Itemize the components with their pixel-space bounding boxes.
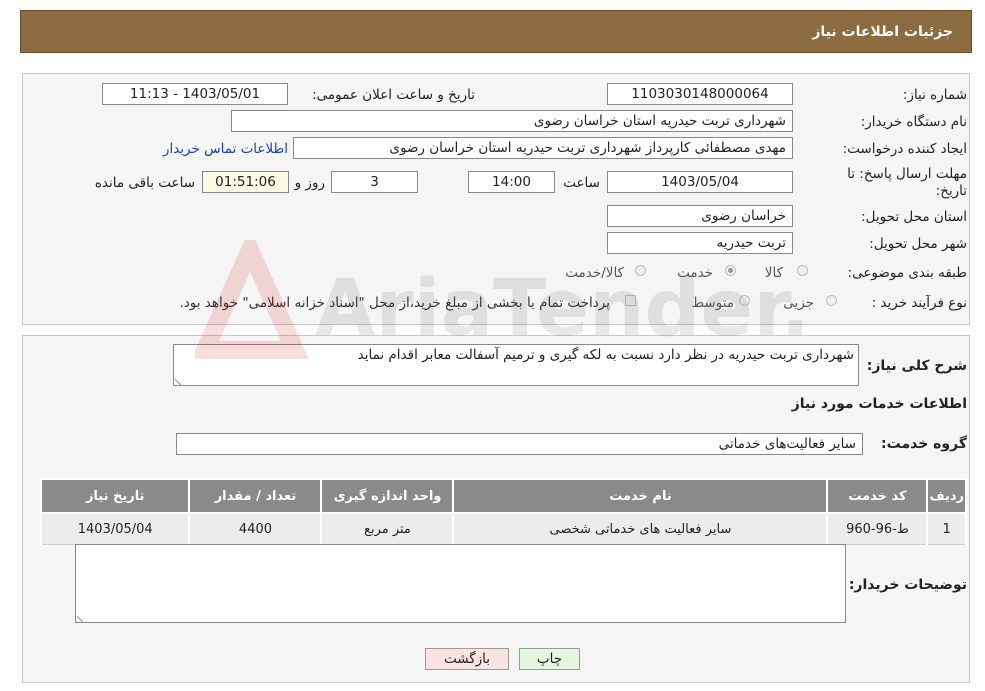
services-table: ردیف کد خدمت نام خدمت واحد اندازه گیری ت… <box>39 478 967 545</box>
cell-unit: متر مربع <box>320 512 455 545</box>
cell-quantity: 4400 <box>188 512 323 545</box>
remaining-time-field: 01:51:06 <box>202 171 289 193</box>
print-button[interactable]: چاپ <box>519 648 580 670</box>
buyer-notes-label: توضیحات خریدار: <box>848 577 967 593</box>
deadline-label: مهلت ارسال پاسخ: تا تاریخ: <box>847 166 967 199</box>
description-text: شهرداری تربت حیدریه در نظر دارد نسبت به … <box>357 347 854 363</box>
deadline-date-field: 1403/05/04 <box>607 171 793 193</box>
deadline-time-field: 14:00 <box>468 171 555 193</box>
process-type-label: نوع فرآیند خرید : <box>871 295 967 311</box>
buyer-org-field: شهرداری تربت حیدریه استان خراسان رضوی <box>231 110 793 132</box>
page-title: جزئیات اطلاعات نیاز <box>812 24 953 40</box>
treasury-payment-checkbox[interactable] <box>625 295 636 306</box>
col-need-date: تاریخ نیاز <box>39 478 191 514</box>
cell-service-name: سایر فعالیت های خدماتی شخصی <box>452 512 829 545</box>
announce-date-label: تاریخ و ساعت اعلان عمومی: <box>312 87 475 103</box>
description-field: شهرداری تربت حیدریه در نظر دارد نسبت به … <box>173 344 859 386</box>
need-number-label: شماره نیاز: <box>902 87 967 103</box>
col-unit: واحد اندازه گیری <box>320 478 455 514</box>
description-label: شرح کلی نیاز: <box>866 358 967 374</box>
need-number-field: 1103030148000064 <box>607 83 793 105</box>
province-label: استان محل تحویل: <box>861 209 967 225</box>
city-field: تربت حیدریه <box>607 232 793 254</box>
cell-service-code: ط-96-960 <box>826 512 929 545</box>
province-field: خراسان رضوی <box>607 205 793 227</box>
service-group-field: سایر فعالیت‌های خدماتی <box>176 433 863 455</box>
col-service-code: کد خدمت <box>826 478 929 514</box>
back-button[interactable]: بازگشت <box>425 648 509 670</box>
creator-label: ایجاد کننده درخواست: <box>842 141 967 157</box>
city-label: شهر محل تحویل: <box>869 236 967 252</box>
col-row-number: ردیف <box>926 478 967 514</box>
days-field: 3 <box>331 171 418 193</box>
category-goods-radio[interactable] <box>797 265 808 276</box>
category-service-radio[interactable] <box>725 265 736 276</box>
category-goods-service-label: کالا/خدمت <box>565 265 624 281</box>
col-service-name: نام خدمت <box>452 478 829 514</box>
table-header-row: ردیف کد خدمت نام خدمت واحد اندازه گیری ت… <box>39 478 967 514</box>
category-goods-service-radio[interactable] <box>635 265 646 276</box>
col-quantity: تعداد / مقدار <box>188 478 323 514</box>
deadline-time-label: ساعت <box>563 175 600 191</box>
buyer-contact-link[interactable]: اطلاعات تماس خریدار <box>163 141 288 157</box>
services-section-title: اطلاعات خدمات مورد نیاز <box>791 396 967 412</box>
cell-need-date: 1403/05/04 <box>39 512 191 545</box>
process-minor-label: جزیی <box>783 295 814 311</box>
process-minor-radio[interactable] <box>826 295 837 306</box>
table-row: 1 ط-96-960 سایر فعالیت های خدماتی شخصی م… <box>39 512 967 545</box>
page-header: جزئیات اطلاعات نیاز <box>20 10 972 53</box>
treasury-payment-note: پرداخت تمام یا بخشی از مبلغ خرید،از محل … <box>179 295 610 311</box>
service-group-label: گروه خدمت: <box>881 436 967 452</box>
process-medium-radio[interactable] <box>739 295 750 306</box>
days-label: روز و <box>294 175 325 191</box>
category-goods-label: کالا <box>764 265 783 281</box>
creator-field: مهدی مصطفائی کارپرداز شهرداری تربت حیدری… <box>293 137 793 159</box>
process-medium-label: متوسط <box>691 295 734 311</box>
category-label: طبقه بندی موضوعی: <box>847 265 967 281</box>
buyer-notes-field[interactable] <box>75 544 846 623</box>
remaining-time-label: ساعت باقی مانده <box>94 175 195 191</box>
buyer-org-label: نام دستگاه خریدار: <box>860 114 967 130</box>
cell-row-number: 1 <box>926 512 967 545</box>
category-service-label: خدمت <box>677 265 713 281</box>
announce-date-field: 1403/05/01 - 11:13 <box>102 83 288 105</box>
